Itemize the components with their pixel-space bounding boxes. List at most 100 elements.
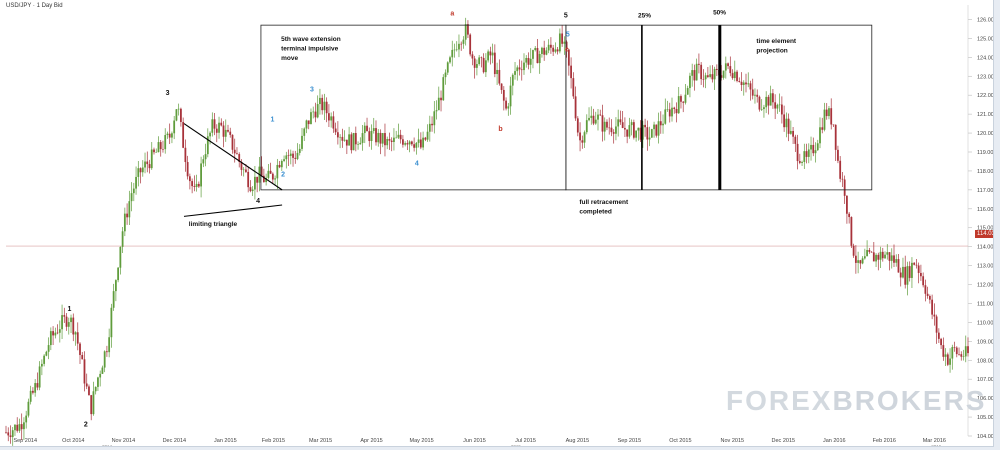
candle-body xyxy=(505,100,507,109)
candle-body xyxy=(709,74,712,77)
candle-body xyxy=(767,96,770,106)
candle-body xyxy=(588,117,590,121)
y-tick-label: 111.00 xyxy=(977,301,993,307)
candle-body xyxy=(166,133,169,136)
x-tick-label: Feb 2016 xyxy=(873,438,896,444)
x-tick-label: Oct 2014 xyxy=(62,438,84,444)
watermark-left: FOREX xyxy=(726,385,833,416)
x-tick-label: Mar 2015 xyxy=(309,438,332,444)
candle-body xyxy=(135,176,137,189)
candle-body xyxy=(301,135,303,149)
candle-body xyxy=(967,346,969,354)
y-tick-label: 109.00 xyxy=(977,339,993,345)
candle-body xyxy=(897,259,900,273)
candle-body xyxy=(7,432,10,436)
candle-body xyxy=(81,354,84,360)
candle-body xyxy=(646,127,649,140)
candle-body xyxy=(612,132,615,134)
candle-body xyxy=(462,39,465,44)
candle-body xyxy=(783,114,786,128)
candle-body xyxy=(296,152,299,159)
candle-body xyxy=(498,69,501,84)
price-chart[interactable]: 104.00105.00106.00107.00108.00109.00110.… xyxy=(0,0,993,446)
candle-body xyxy=(361,133,364,143)
candle-body xyxy=(682,101,685,103)
candle-body xyxy=(323,101,326,111)
candle-body xyxy=(926,293,929,296)
candle-body xyxy=(155,152,158,153)
candle-body xyxy=(467,24,469,35)
candle-body xyxy=(20,424,23,430)
candle-body xyxy=(904,266,907,285)
candle-body xyxy=(330,116,333,121)
candle-body xyxy=(801,161,803,163)
candle-body xyxy=(671,107,673,117)
candle-body xyxy=(343,139,346,141)
candle-body xyxy=(350,134,353,151)
candle-body xyxy=(821,127,824,130)
candle-body xyxy=(834,124,837,150)
candle-body xyxy=(83,359,86,384)
y-tick-label: 125.00 xyxy=(977,36,993,42)
candle-body xyxy=(359,142,362,145)
y-tick-label: 120.00 xyxy=(977,131,993,137)
candle-body xyxy=(471,54,474,59)
candle-body xyxy=(67,322,70,327)
x-tick-label: Sep 2015 xyxy=(618,438,642,444)
candle-body xyxy=(424,137,427,140)
candle-body xyxy=(715,68,718,70)
candle-body xyxy=(727,63,729,67)
candle-body xyxy=(453,49,456,51)
candle-body xyxy=(819,127,821,144)
candle-body xyxy=(76,332,79,344)
candle-body xyxy=(664,109,667,124)
candle-body xyxy=(108,337,111,353)
candle-body xyxy=(314,111,317,118)
candle-body xyxy=(861,258,864,264)
candle-body xyxy=(433,111,436,126)
candle-body xyxy=(828,108,830,117)
candle-body xyxy=(36,383,39,388)
candle-body xyxy=(70,317,72,323)
candle-body xyxy=(408,141,411,145)
candle-body xyxy=(157,142,160,153)
candle-body xyxy=(148,164,151,169)
candle-body xyxy=(962,356,965,358)
candle-body xyxy=(426,131,429,140)
candle-body xyxy=(689,75,691,89)
chart-annotation: projection xyxy=(756,48,787,55)
candle-body xyxy=(197,183,200,187)
candle-body xyxy=(440,97,442,101)
candle-body xyxy=(635,130,638,138)
candle-body xyxy=(765,96,768,108)
wave-label: 2 xyxy=(84,422,88,429)
candle-body xyxy=(363,125,366,134)
candle-body xyxy=(269,170,272,174)
candle-body xyxy=(931,299,934,315)
candle-body xyxy=(478,57,481,65)
candle-body xyxy=(289,153,292,156)
candle-body xyxy=(915,264,918,266)
candle-body xyxy=(298,148,301,153)
candle-body xyxy=(538,53,541,64)
candle-body xyxy=(758,96,761,110)
candle-body xyxy=(594,119,597,124)
candle-body xyxy=(278,164,281,168)
chart-window: USD/JPY · 1 Day Bid 104.00 105.00 106.00 10… xyxy=(0,0,1000,450)
triangle-trendline xyxy=(183,123,283,191)
candle-body xyxy=(691,70,694,76)
candle-body xyxy=(731,73,734,79)
candle-body xyxy=(469,34,472,55)
candle-body xyxy=(756,94,759,97)
candle-body xyxy=(686,88,689,95)
candle-body xyxy=(738,80,741,82)
candle-body xyxy=(695,63,698,81)
candle-body xyxy=(285,155,288,160)
candle-body xyxy=(280,160,283,168)
candle-body xyxy=(807,149,810,157)
chart-annotation: move xyxy=(281,55,298,62)
candle-body xyxy=(92,391,95,415)
candle-body xyxy=(410,141,413,145)
candle-body xyxy=(552,47,555,52)
candle-body xyxy=(336,132,339,138)
